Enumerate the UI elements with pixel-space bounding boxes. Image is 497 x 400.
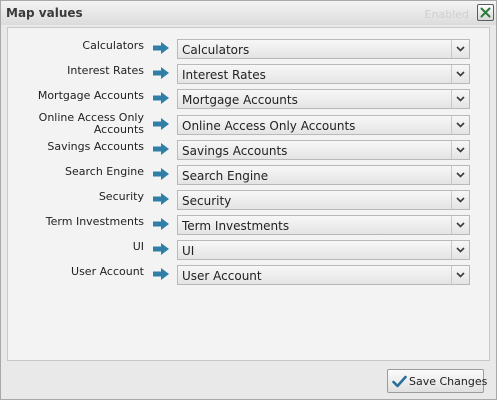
target-value: User Account	[182, 269, 262, 283]
arrow-right-icon	[153, 168, 169, 180]
chevron-down-icon	[456, 71, 465, 77]
dropdown-button[interactable]	[451, 166, 469, 184]
dropdown-button[interactable]	[451, 266, 469, 284]
chevron-down-icon	[456, 197, 465, 203]
target-value: Term Investments	[182, 219, 290, 233]
target-select[interactable]: Search Engine	[177, 165, 470, 185]
arrow-right-icon	[153, 92, 169, 104]
save-changes-label: Save Changes	[409, 375, 488, 388]
chevron-down-icon	[456, 147, 465, 153]
target-value: Calculators	[182, 43, 250, 57]
dropdown-button[interactable]	[451, 216, 469, 234]
source-label: Interest Rates	[67, 64, 144, 77]
arrow-right-icon	[153, 193, 169, 205]
chevron-down-icon	[456, 247, 465, 253]
target-select[interactable]: Term Investments	[177, 215, 470, 235]
dropdown-button[interactable]	[451, 90, 469, 108]
source-label: Online Access Only Accounts	[38, 111, 144, 136]
source-label: Savings Accounts	[47, 140, 144, 153]
mapping-row: Online Access Only Accounts Online Acces…	[8, 112, 489, 136]
dialog-titlebar[interactable]: Map values Enabled	[1, 1, 496, 25]
mapping-row: Search Engine Search Engine	[8, 162, 489, 186]
chevron-down-icon	[456, 172, 465, 178]
target-value: Security	[182, 194, 232, 208]
dropdown-button[interactable]	[451, 191, 469, 209]
dropdown-button[interactable]	[451, 241, 469, 259]
target-select[interactable]: Online Access Only Accounts	[177, 115, 470, 135]
arrow-right-icon	[153, 243, 169, 255]
source-label: Search Engine	[65, 165, 144, 178]
mapping-panel: Calculators Calculators Interest Rates I…	[7, 27, 490, 361]
chevron-down-icon	[456, 46, 465, 52]
map-values-dialog: Map values Enabled Calculators Calculato…	[0, 0, 497, 400]
arrow-right-icon	[153, 67, 169, 79]
chevron-down-icon	[456, 272, 465, 278]
target-value: Mortgage Accounts	[182, 93, 298, 107]
target-select[interactable]: Calculators	[177, 39, 470, 59]
arrow-right-icon	[153, 143, 169, 155]
source-label: Mortgage Accounts	[37, 89, 144, 102]
close-button[interactable]	[477, 4, 494, 21]
dropdown-button[interactable]	[451, 141, 469, 159]
mapping-row: Security Security	[8, 187, 489, 211]
source-label: UI	[132, 240, 144, 253]
target-select[interactable]: User Account	[177, 265, 470, 285]
arrow-right-icon	[153, 118, 169, 130]
dropdown-button[interactable]	[451, 116, 469, 134]
dropdown-button[interactable]	[451, 40, 469, 58]
save-changes-button[interactable]: Save Changes	[387, 369, 488, 393]
enabled-status: Enabled	[424, 8, 469, 21]
target-value: UI	[182, 244, 195, 258]
mapping-row: Mortgage Accounts Mortgage Accounts	[8, 86, 489, 110]
target-value: Search Engine	[182, 169, 269, 183]
source-label: Security	[98, 190, 144, 203]
close-icon	[480, 7, 491, 18]
target-value: Savings Accounts	[182, 144, 288, 158]
dropdown-button[interactable]	[451, 65, 469, 83]
mapping-row: UI UI	[8, 237, 489, 261]
target-select[interactable]: Savings Accounts	[177, 140, 470, 160]
mapping-row: Interest Rates Interest Rates	[8, 61, 489, 85]
source-label: User Account	[71, 265, 144, 278]
arrow-right-icon	[153, 42, 169, 54]
chevron-down-icon	[456, 96, 465, 102]
chevron-down-icon	[456, 222, 465, 228]
chevron-down-icon	[456, 122, 465, 128]
mapping-row: Calculators Calculators	[8, 36, 489, 60]
mapping-row: User Account User Account	[8, 262, 489, 286]
target-select[interactable]: Mortgage Accounts	[177, 89, 470, 109]
mapping-row: Term Investments Term Investments	[8, 212, 489, 236]
arrow-right-icon	[153, 268, 169, 280]
source-label: Calculators	[82, 39, 144, 52]
target-select[interactable]: UI	[177, 240, 470, 260]
target-select[interactable]: Interest Rates	[177, 64, 470, 84]
target-value: Online Access Only Accounts	[182, 119, 356, 133]
arrow-right-icon	[153, 218, 169, 230]
source-label: Term Investments	[45, 215, 144, 228]
checkmark-icon	[392, 375, 407, 388]
target-value: Interest Rates	[182, 68, 266, 82]
dialog-title: Map values	[6, 6, 83, 20]
mapping-row: Savings Accounts Savings Accounts	[8, 137, 489, 161]
target-select[interactable]: Security	[177, 190, 470, 210]
